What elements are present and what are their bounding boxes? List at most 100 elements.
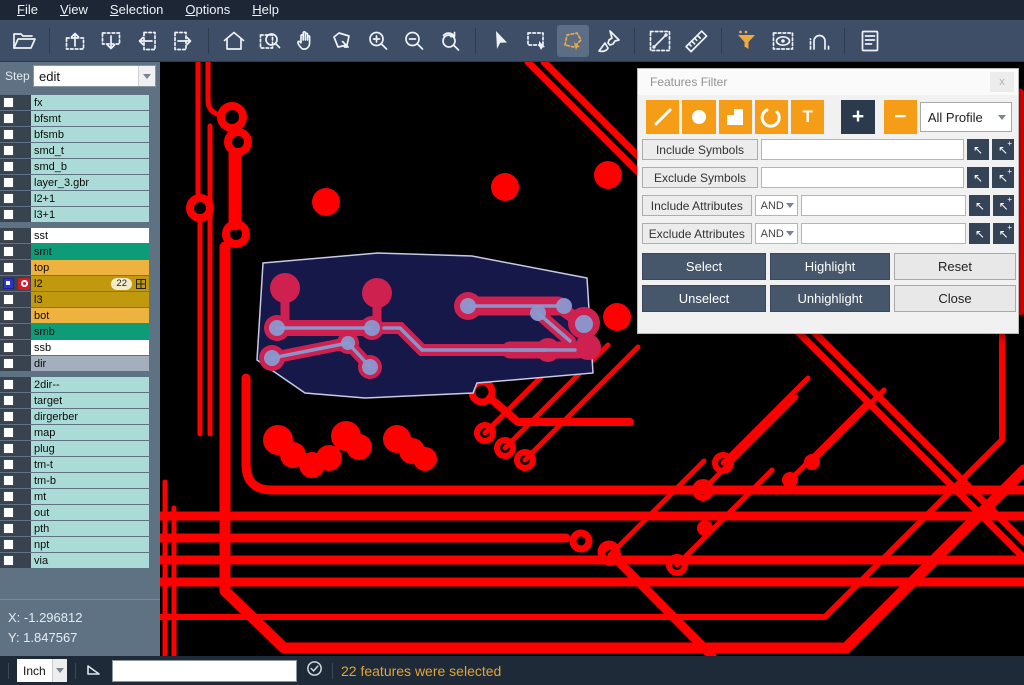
zoom-shape-icon[interactable] xyxy=(326,25,358,57)
view-eye-icon[interactable] xyxy=(767,25,799,57)
close-icon[interactable]: x xyxy=(990,72,1014,92)
layer-row-layer_3.gbr[interactable]: layer_3.gbr xyxy=(0,175,160,190)
layer-name[interactable]: 2dir-- xyxy=(31,377,149,392)
assign-arrow-add-icon[interactable]: ↖+ xyxy=(993,223,1014,244)
layer-visibility-checkbox[interactable] xyxy=(3,342,14,353)
layer-visibility-checkbox[interactable] xyxy=(3,209,14,220)
highlight-button[interactable]: Highlight xyxy=(770,253,890,280)
layer-name[interactable]: dir xyxy=(31,356,149,371)
layer-name[interactable]: tm-t xyxy=(31,457,149,472)
home-view-icon[interactable] xyxy=(218,25,250,57)
layer-visibility-checkbox[interactable] xyxy=(3,246,14,257)
layer-visibility-checkbox[interactable] xyxy=(3,97,14,108)
layer-visibility-checkbox[interactable] xyxy=(3,161,14,172)
features-filter-icon[interactable] xyxy=(731,25,763,57)
layer-row-tm-t[interactable]: tm-t xyxy=(0,457,160,472)
layer-visibility-checkbox[interactable] xyxy=(3,113,14,124)
layer-row-sst[interactable]: sst xyxy=(0,228,160,243)
select-cursor-icon[interactable] xyxy=(485,25,517,57)
layer-name[interactable]: smd_t xyxy=(31,143,149,158)
dialog-title-bar[interactable]: Features Filter x xyxy=(638,69,1018,95)
layer-visibility-checkbox[interactable] xyxy=(3,230,14,241)
select-rectangle-icon[interactable] xyxy=(521,25,553,57)
net-jump-icon[interactable] xyxy=(803,25,835,57)
layer-name[interactable]: layer_3.gbr xyxy=(31,175,149,190)
layer-row-bfsmb[interactable]: bfsmb xyxy=(0,127,160,142)
layer-row-plug[interactable]: plug xyxy=(0,441,160,456)
layer-name[interactable]: l3 xyxy=(31,292,149,307)
layer-name[interactable]: smt xyxy=(31,244,149,259)
layer-row-smd_t[interactable]: smd_t xyxy=(0,143,160,158)
menu-item-file[interactable]: File xyxy=(6,0,49,20)
layer-name[interactable]: bfsmb xyxy=(31,127,149,142)
layer-name[interactable]: pth xyxy=(31,521,149,536)
layer-visibility-checkbox[interactable] xyxy=(3,459,14,470)
layer-name[interactable]: l2+1 xyxy=(31,191,149,206)
layer-name[interactable]: npt xyxy=(31,537,149,552)
layer-visibility-checkbox[interactable] xyxy=(3,523,14,534)
layer-name[interactable]: mt xyxy=(31,489,149,504)
assign-arrow-add-icon[interactable]: ↖+ xyxy=(992,139,1014,160)
layer-row-out[interactable]: out xyxy=(0,505,160,520)
layer-name[interactable]: bfsmt xyxy=(31,111,149,126)
view-right-icon[interactable] xyxy=(167,25,199,57)
layer-row-dirgerber[interactable]: dirgerber xyxy=(0,409,160,424)
zoom-previous-icon[interactable] xyxy=(434,25,466,57)
layer-row-tm-b[interactable]: tm-b xyxy=(0,473,160,488)
layer-row-l2[interactable]: l222 xyxy=(0,276,160,291)
step-dropdown[interactable]: edit xyxy=(33,65,156,87)
layer-visibility-checkbox[interactable] xyxy=(3,310,14,321)
exclude-attributes-button[interactable]: Exclude Attributes xyxy=(642,223,752,244)
grid-icon[interactable] xyxy=(136,279,146,289)
add-filter-button[interactable]: + xyxy=(841,100,874,134)
angle-measure-icon[interactable] xyxy=(84,658,104,683)
menu-item-options[interactable]: Options xyxy=(174,0,241,20)
layer-name[interactable]: dirgerber xyxy=(31,409,149,424)
zoom-in-icon[interactable] xyxy=(362,25,394,57)
layer-name[interactable]: smd_b xyxy=(31,159,149,174)
layer-visibility-checkbox[interactable] xyxy=(3,358,14,369)
assign-arrow-add-icon[interactable]: ↖+ xyxy=(993,195,1014,216)
view-down-icon[interactable] xyxy=(95,25,127,57)
exclude-attributes-field[interactable] xyxy=(801,223,966,244)
layer-visibility-checkbox[interactable] xyxy=(3,193,14,204)
layer-visibility-checkbox[interactable] xyxy=(3,427,14,438)
layer-name[interactable]: tm-b xyxy=(31,473,149,488)
layer-row-pth[interactable]: pth xyxy=(0,521,160,536)
chevron-down-icon[interactable] xyxy=(138,66,155,86)
layer-row-target[interactable]: target xyxy=(0,393,160,408)
assign-arrow-icon[interactable]: ↖ xyxy=(967,167,989,188)
pad-tool-icon[interactable] xyxy=(682,100,715,134)
text-tool-icon[interactable]: T xyxy=(791,100,824,134)
layer-visibility-checkbox[interactable] xyxy=(3,395,14,406)
remove-filter-button[interactable]: − xyxy=(884,100,917,134)
measure-line-icon[interactable] xyxy=(644,25,676,57)
arc-tool-icon[interactable] xyxy=(755,100,788,134)
pan-hand-icon[interactable] xyxy=(290,25,322,57)
line-tool-icon[interactable] xyxy=(646,100,679,134)
layer-row-bot[interactable]: bot xyxy=(0,308,160,323)
include-symbols-button[interactable]: Include Symbols xyxy=(642,139,758,160)
reset-button[interactable]: Reset xyxy=(894,253,1016,280)
assign-arrow-icon[interactable]: ↖ xyxy=(969,195,990,216)
view-left-icon[interactable] xyxy=(131,25,163,57)
layer-row-l2+1[interactable]: l2+1 xyxy=(0,191,160,206)
exclude-symbols-button[interactable]: Exclude Symbols xyxy=(642,167,758,188)
surface-tool-icon[interactable] xyxy=(719,100,752,134)
layer-visibility-checkbox[interactable] xyxy=(3,145,14,156)
layer-name[interactable]: top xyxy=(31,260,149,275)
layer-row-top[interactable]: top xyxy=(0,260,160,275)
layer-name[interactable]: fx xyxy=(31,95,149,110)
layer-name[interactable]: ssb xyxy=(31,340,149,355)
layer-name[interactable]: l3+1 xyxy=(31,207,149,222)
layer-row-smd_b[interactable]: smd_b xyxy=(0,159,160,174)
menu-item-selection[interactable]: Selection xyxy=(99,0,174,20)
layer-row-l3[interactable]: l3 xyxy=(0,292,160,307)
close-button[interactable]: Close xyxy=(894,285,1016,312)
layer-row-map[interactable]: map xyxy=(0,425,160,440)
layer-visibility-checkbox[interactable] xyxy=(3,555,14,566)
layer-visibility-checkbox[interactable] xyxy=(3,379,14,390)
assign-arrow-icon[interactable]: ↖ xyxy=(969,223,990,244)
menu-item-help[interactable]: Help xyxy=(241,0,290,20)
report-icon[interactable] xyxy=(854,25,886,57)
